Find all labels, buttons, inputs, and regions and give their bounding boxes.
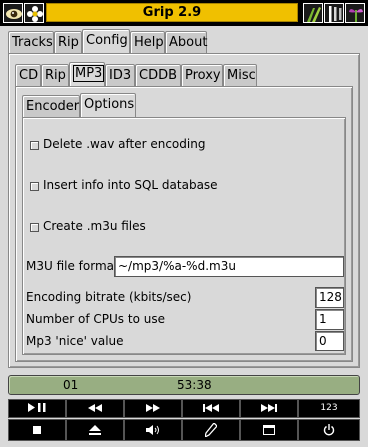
- window-icon: [263, 424, 275, 435]
- track-number: 01: [63, 378, 79, 392]
- insert-sql-checkbox[interactable]: [30, 182, 39, 191]
- eye-icon[interactable]: [3, 3, 23, 23]
- volume-button[interactable]: [124, 419, 182, 441]
- flower-icon[interactable]: [24, 3, 44, 23]
- cpus-label: Number of CPUs to use: [26, 312, 165, 326]
- tab-config-rip[interactable]: Rip: [41, 64, 69, 86]
- config-panel: CD Rip MP3 ID3 CDDB Proxy Misc Encoder O…: [8, 53, 360, 368]
- tab-mp3[interactable]: MP3: [69, 62, 105, 86]
- play-pause-button[interactable]: [8, 399, 66, 418]
- stop-icon: [33, 425, 41, 434]
- options-panel: Delete .wav after encoding Insert info i…: [22, 117, 346, 355]
- nice-input[interactable]: 0: [315, 331, 344, 351]
- volume-icon: [146, 424, 159, 435]
- fast-forward-icon: [146, 403, 160, 412]
- cpus-input[interactable]: 1: [315, 309, 344, 330]
- window-title: Grip 2.9: [46, 3, 298, 22]
- nice-label: Mp3 'nice' value: [26, 334, 124, 348]
- tab-config[interactable]: Config: [82, 29, 130, 53]
- previous-track-button[interactable]: [182, 399, 240, 418]
- stop-button[interactable]: [8, 419, 66, 441]
- rewind-icon: [88, 403, 102, 412]
- tab-help[interactable]: Help: [130, 31, 165, 53]
- track-time[interactable]: 53:38: [177, 378, 212, 392]
- create-m3u-label[interactable]: Create .m3u files: [43, 219, 146, 233]
- grip-logo-icon[interactable]: [324, 3, 344, 23]
- tab-encoder[interactable]: Encoder: [22, 95, 80, 117]
- player-display[interactable]: 01 53:38: [8, 375, 360, 395]
- tab-cddb[interactable]: CDDB: [135, 64, 181, 86]
- bitrate-label: Encoding bitrate (kbits/sec): [26, 290, 192, 304]
- title-bar: Grip 2.9: [0, 0, 368, 26]
- previous-track-icon: [203, 403, 219, 412]
- play-pause-icon: [28, 403, 46, 412]
- power-button[interactable]: [298, 419, 360, 441]
- create-m3u-checkbox[interactable]: [30, 223, 39, 232]
- tab-cd[interactable]: CD: [15, 64, 41, 86]
- edit-button[interactable]: [182, 419, 240, 441]
- play-mode-button[interactable]: 123: [298, 399, 360, 418]
- window-button[interactable]: [240, 419, 298, 441]
- next-track-button[interactable]: [240, 399, 298, 418]
- tab-proxy[interactable]: Proxy: [181, 64, 223, 86]
- m3u-format-label: M3U file format: [26, 259, 119, 273]
- play-mode-icon: 123: [320, 403, 338, 413]
- grip-window: Grip 2.9 Tracks Rip Config Help About CD…: [0, 0, 368, 447]
- delete-wav-checkbox[interactable]: [30, 141, 39, 150]
- fast-forward-button[interactable]: [124, 399, 182, 418]
- delete-wav-label[interactable]: Delete .wav after encoding: [43, 137, 205, 151]
- eject-button[interactable]: [66, 419, 124, 441]
- bamboo-icon[interactable]: [303, 3, 323, 23]
- tab-about[interactable]: About: [165, 31, 207, 53]
- eject-icon: [89, 424, 101, 435]
- tab-rip[interactable]: Rip: [54, 31, 82, 53]
- edit-icon: [204, 421, 218, 438]
- tab-options[interactable]: Options: [80, 93, 136, 117]
- next-track-icon: [261, 403, 277, 412]
- m3u-format-input[interactable]: ~/mp3/%a-%d.m3u: [114, 256, 344, 277]
- mp3-panel: Encoder Options Delete .wav after encodi…: [15, 86, 353, 362]
- tab-id3[interactable]: ID3: [105, 64, 135, 86]
- tab-misc[interactable]: Misc: [223, 64, 257, 86]
- power-icon: [323, 423, 335, 435]
- insert-sql-label[interactable]: Insert info into SQL database: [43, 178, 218, 192]
- plant-icon[interactable]: [345, 3, 365, 23]
- bitrate-input[interactable]: 128: [315, 287, 344, 308]
- tab-tracks[interactable]: Tracks: [8, 31, 54, 53]
- rewind-button[interactable]: [66, 399, 124, 418]
